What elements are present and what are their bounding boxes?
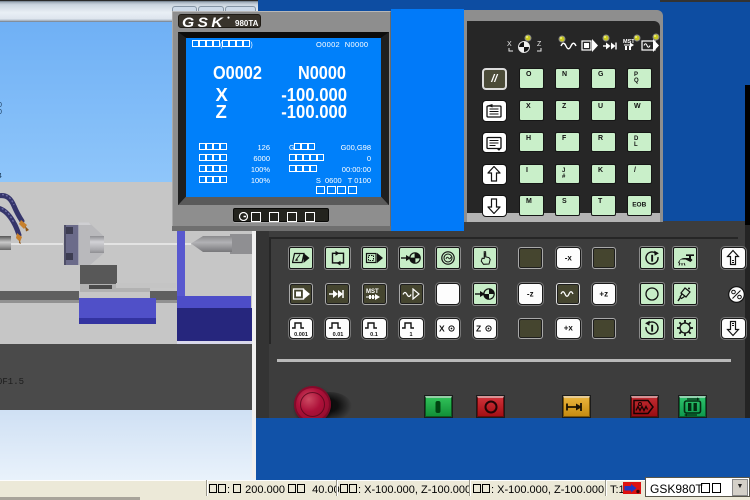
svg-text:Z: Z — [537, 41, 542, 48]
svg-text:1: 1 — [410, 332, 413, 337]
svg-text:0.1: 0.1 — [371, 332, 379, 337]
svg-text:0.01: 0.01 — [332, 332, 343, 337]
svg-text:Z: Z — [476, 324, 481, 334]
svg-text:X: X — [507, 41, 512, 48]
svg-text:0.001: 0.001 — [294, 332, 308, 337]
svg-text:MST: MST — [366, 289, 379, 295]
svg-text:X: X — [439, 324, 445, 334]
svg-text:MST: MST — [623, 39, 635, 45]
